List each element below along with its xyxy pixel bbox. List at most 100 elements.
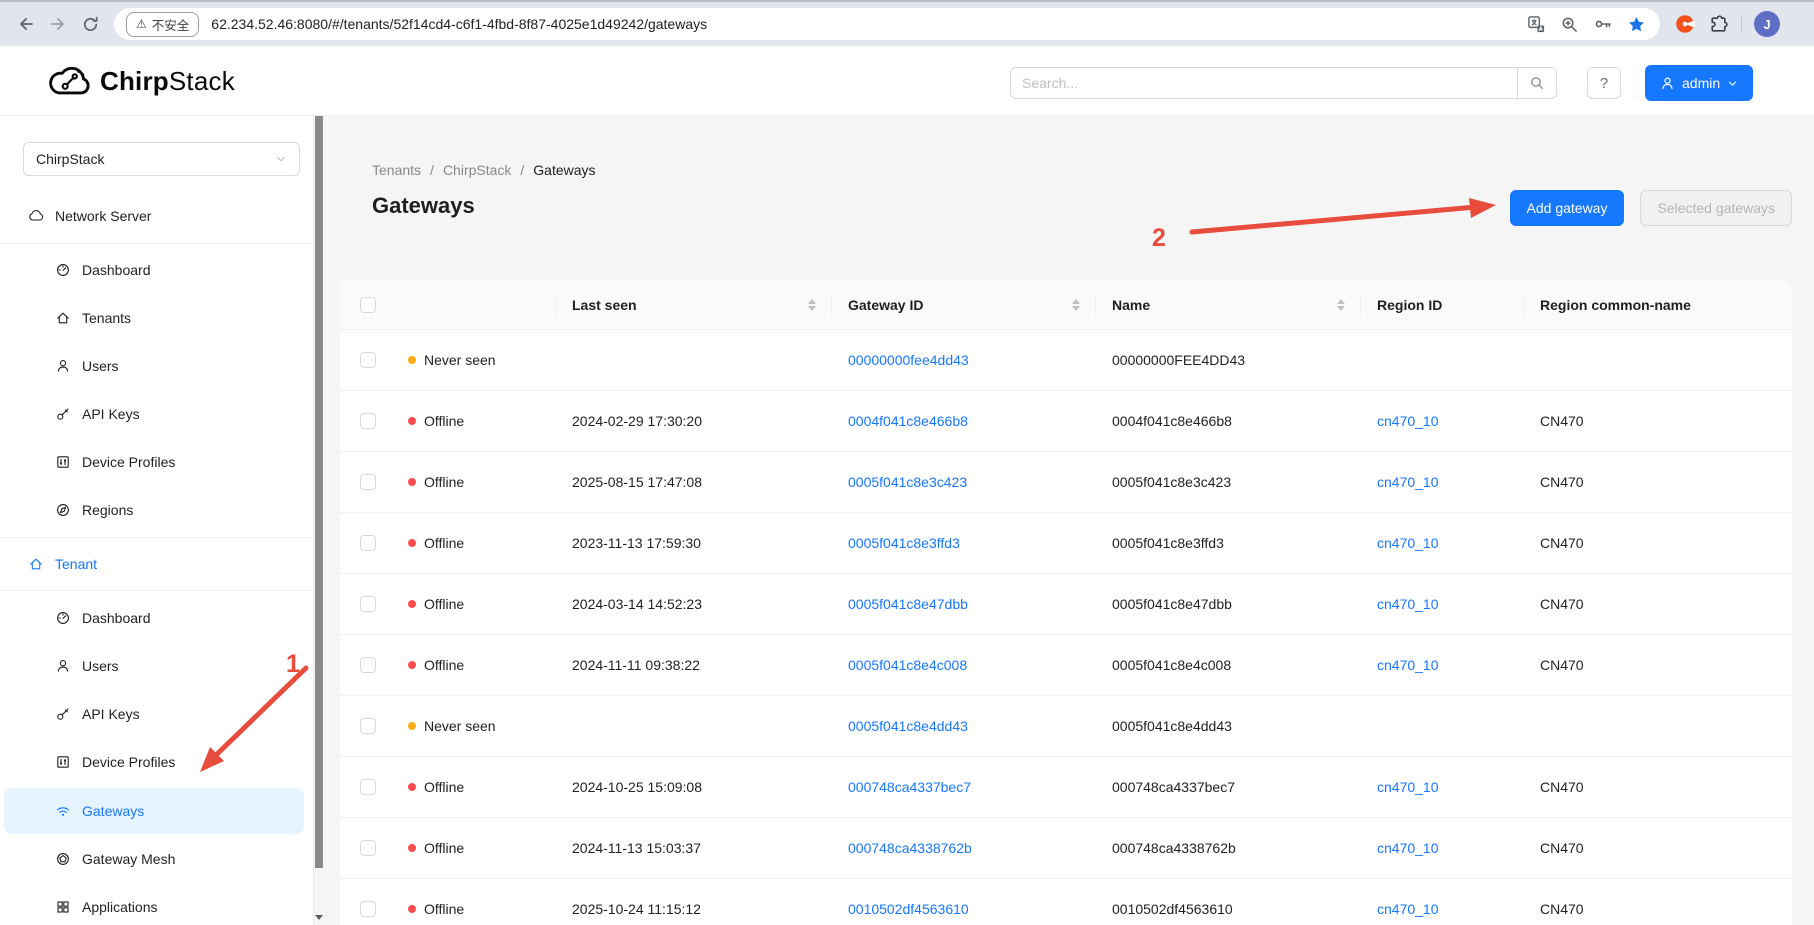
gateway-id-link[interactable]: 000748ca4337bec7 [848, 779, 971, 795]
region-id-link[interactable]: cn470_10 [1377, 413, 1439, 429]
status-dot [408, 661, 416, 669]
gateway-id-link[interactable]: 0005f041c8e4dd43 [848, 718, 968, 734]
sidebar-item-ns-users[interactable]: Users [0, 346, 313, 386]
chirpstack-cloud-icon [46, 63, 92, 99]
last-seen-cell: 2024-10-25 15:09:08 [556, 757, 832, 817]
zoom-icon[interactable] [1560, 15, 1579, 34]
url-text: 62.234.52.46:8080/#/tenants/52f14cd4-c6f… [211, 16, 1527, 32]
key-icon [55, 706, 71, 722]
sidebar-item-tenant-api-keys[interactable]: API Keys [0, 694, 313, 734]
name-column-header[interactable]: Name [1096, 280, 1361, 329]
row-checkbox[interactable] [360, 718, 376, 734]
region-id-link[interactable]: cn470_10 [1377, 901, 1439, 917]
extension-badge-icon[interactable] [1674, 13, 1696, 35]
row-checkbox[interactable] [360, 596, 376, 612]
sidebar-item-gateways[interactable]: Gateways [4, 788, 304, 834]
region-id-link[interactable]: cn470_10 [1377, 596, 1439, 612]
extensions-puzzle-icon[interactable] [1708, 14, 1729, 35]
row-checkbox[interactable] [360, 535, 376, 551]
breadcrumb: Tenants / ChirpStack / Gateways [372, 162, 596, 178]
sort-icon[interactable] [800, 299, 816, 311]
row-checkbox[interactable] [360, 779, 376, 795]
sidebar-item-ns-api-keys[interactable]: API Keys [0, 394, 313, 434]
toolbar-separator [1741, 15, 1742, 33]
sidebar-item-tenant-device-profiles[interactable]: Device Profiles [0, 742, 313, 782]
browser-profile-avatar[interactable]: J [1754, 11, 1780, 37]
appstore-icon [55, 899, 71, 915]
browser-forward-button[interactable] [42, 8, 74, 40]
forward-arrow-icon [48, 14, 68, 34]
security-chip[interactable]: ⚠ 不安全 [126, 12, 199, 37]
chirpstack-logo[interactable]: ChirpStack [46, 60, 235, 102]
table-header-row: Last seen Gateway ID Name Region ID Regi… [340, 280, 1792, 330]
logo-wordmark: ChirpStack [100, 66, 235, 97]
chevron-down-icon [1727, 78, 1738, 89]
gateway-id-column-header[interactable]: Gateway ID [832, 280, 1096, 329]
row-checkbox[interactable] [360, 413, 376, 429]
row-checkbox[interactable] [360, 840, 376, 856]
add-gateway-button[interactable]: Add gateway [1510, 190, 1625, 226]
breadcrumb-chirpstack[interactable]: ChirpStack [443, 162, 511, 178]
row-checkbox[interactable] [360, 901, 376, 917]
sidebar-item-applications[interactable]: Applications [0, 887, 313, 925]
sidebar-item-gateway-mesh[interactable]: Gateway Mesh [0, 839, 313, 879]
gateway-id-link[interactable]: 0004f041c8e466b8 [848, 413, 968, 429]
main-content: Tenants / ChirpStack / Gateways Gateways… [323, 116, 1814, 925]
bookmark-star-icon[interactable] [1627, 15, 1646, 34]
not-secure-warning-icon: ⚠ [136, 17, 147, 31]
select-all-checkbox[interactable] [360, 297, 376, 313]
sort-icon[interactable] [1329, 299, 1345, 311]
security-label: 不安全 [152, 15, 190, 34]
table-row: Offline 2025-10-24 11:15:12 0010502df456… [340, 879, 1792, 925]
sort-icon[interactable] [1064, 299, 1080, 311]
sidebar-item-ns-regions[interactable]: Regions [0, 490, 313, 530]
region-id-link[interactable]: cn470_10 [1377, 535, 1439, 551]
last-seen-cell [556, 330, 832, 390]
gateway-id-link[interactable]: 000748ca4338762b [848, 840, 972, 856]
sidebar-item-ns-tenants[interactable]: Tenants [0, 298, 313, 338]
status-text: Offline [424, 779, 464, 795]
name-cell: 0005f041c8e47dbb [1096, 574, 1361, 634]
sidebar-item-tenant-dashboard[interactable]: Dashboard [0, 598, 313, 638]
search-button[interactable] [1517, 67, 1557, 99]
region-id-link[interactable]: cn470_10 [1377, 840, 1439, 856]
row-checkbox[interactable] [360, 352, 376, 368]
gateway-id-link[interactable]: 0005f041c8e4c008 [848, 657, 967, 673]
gateway-id-link[interactable]: 0005f041c8e3c423 [848, 474, 967, 490]
sidebar-scrollbar-thumb[interactable] [315, 116, 323, 868]
search-input[interactable] [1010, 67, 1517, 99]
region-id-link[interactable]: cn470_10 [1377, 779, 1439, 795]
last-seen-cell [556, 696, 832, 756]
browser-refresh-button[interactable] [74, 8, 106, 40]
gateway-id-link[interactable]: 00000000fee4dd43 [848, 352, 969, 368]
region-id-link[interactable]: cn470_10 [1377, 474, 1439, 490]
region-common-name-cell: CN470 [1524, 635, 1792, 695]
gateway-id-link[interactable]: 0005f041c8e47dbb [848, 596, 968, 612]
gateway-id-link[interactable]: 0010502df4563610 [848, 901, 969, 917]
sidebar-item-tenant[interactable]: Tenant [0, 544, 313, 584]
breadcrumb-tenants[interactable]: Tenants [372, 162, 421, 178]
compass-icon [55, 502, 71, 518]
browser-back-button[interactable] [10, 8, 42, 40]
row-checkbox[interactable] [360, 474, 376, 490]
url-bar[interactable]: ⚠ 不安全 62.234.52.46:8080/#/tenants/52f14c… [114, 8, 1660, 40]
status-dot [408, 417, 416, 425]
sidebar-item-label: Users [82, 358, 119, 374]
tenant-selector[interactable]: ChirpStack [23, 142, 300, 176]
region-id-link[interactable]: cn470_10 [1377, 657, 1439, 673]
sidebar-item-ns-device-profiles[interactable]: Device Profiles [0, 442, 313, 482]
gateway-id-link[interactable]: 0005f041c8e3ffd3 [848, 535, 960, 551]
translate-icon[interactable] [1527, 15, 1546, 34]
sidebar-item-network-server[interactable]: Network Server [0, 196, 313, 236]
sidebar-item-label: Gateways [82, 803, 144, 819]
help-button[interactable]: ? [1587, 67, 1621, 99]
status-dot [408, 539, 416, 547]
sidebar-item-ns-dashboard[interactable]: Dashboard [0, 250, 313, 290]
row-checkbox[interactable] [360, 657, 376, 673]
password-key-icon[interactable] [1593, 14, 1613, 34]
sidebar-item-tenant-users[interactable]: Users [0, 646, 313, 686]
last-seen-column-header[interactable]: Last seen [556, 280, 832, 329]
sidebar-scrollbar-track[interactable] [313, 116, 323, 925]
admin-menu-button[interactable]: admin [1645, 65, 1753, 101]
back-arrow-icon [16, 14, 36, 34]
